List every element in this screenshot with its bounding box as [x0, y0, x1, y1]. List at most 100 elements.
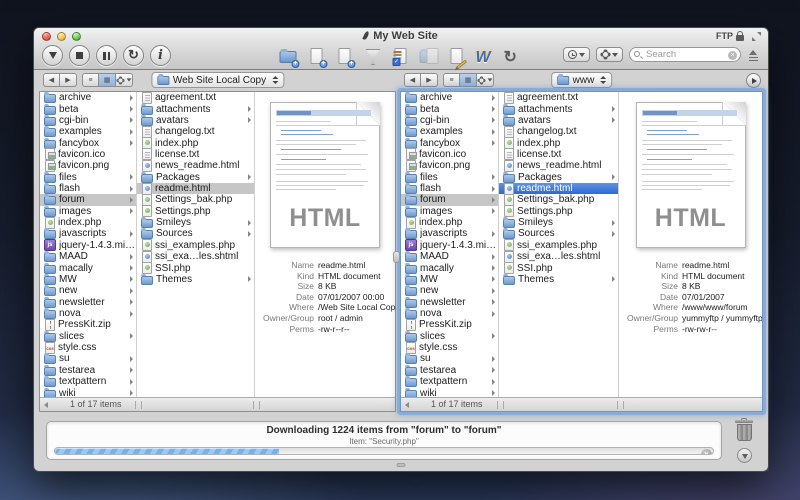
folder-row[interactable]: su — [401, 353, 498, 364]
fullscreen-icon[interactable] — [752, 32, 761, 41]
filter-button[interactable] — [364, 48, 383, 67]
settings-dropdown-button[interactable] — [596, 47, 623, 62]
file-row[interactable]: Smileys — [499, 217, 618, 228]
file-row[interactable]: Themes — [499, 274, 618, 285]
file-row[interactable]: SSI.php — [499, 262, 618, 273]
cancel-transfer-button[interactable]: × — [701, 449, 712, 456]
file-row[interactable]: Sources — [499, 228, 618, 239]
scroll-back-icon[interactable] — [405, 402, 409, 408]
eject-icon[interactable] — [747, 49, 760, 62]
folder-row[interactable]: su — [40, 353, 136, 364]
folder-row[interactable]: wiki — [401, 387, 498, 397]
back-button[interactable]: ◀ — [43, 73, 60, 87]
file-row[interactable]: attachments — [499, 103, 618, 114]
file-row[interactable]: Settings_bak.php — [499, 194, 618, 205]
folder-row[interactable]: images — [401, 206, 498, 217]
file-row[interactable]: attachments — [137, 103, 254, 114]
folder-row[interactable]: files — [401, 172, 498, 183]
file-row[interactable]: license.txt — [499, 149, 618, 160]
sync-button[interactable]: ↻ — [504, 48, 523, 67]
folder-row[interactable]: favicon.ico — [40, 149, 136, 160]
column-resize-handle[interactable] — [135, 401, 142, 409]
pause-button[interactable] — [96, 45, 117, 66]
view-options-button[interactable] — [477, 73, 494, 87]
folder-row[interactable]: macally — [401, 262, 498, 273]
folder-row[interactable]: slices — [401, 331, 498, 342]
file-row[interactable]: news_readme.html — [137, 160, 254, 171]
column-resize-handle[interactable] — [497, 401, 504, 409]
folder-row[interactable]: newsletter — [401, 296, 498, 307]
file-row[interactable]: agreement.txt — [137, 92, 254, 103]
edit-button[interactable] — [448, 48, 467, 67]
folder-row[interactable]: style.css — [401, 342, 498, 353]
folder-row[interactable]: fancybox — [40, 137, 136, 148]
file-row[interactable]: Sources — [137, 228, 254, 239]
file-row[interactable]: agreement.txt — [499, 92, 618, 103]
file-row[interactable]: changelog.txt — [499, 126, 618, 137]
folder-row[interactable]: style.css — [40, 342, 136, 353]
back-button[interactable]: ◀ — [404, 73, 421, 87]
folder-row[interactable]: flash — [401, 183, 498, 194]
folder-row[interactable]: MAAD — [401, 251, 498, 262]
trash-icon[interactable] — [734, 418, 754, 442]
folder-row[interactable]: wiki — [40, 387, 136, 397]
folder-row[interactable]: files — [40, 172, 136, 183]
info-button[interactable]: i — [150, 45, 171, 66]
queue-button[interactable] — [420, 48, 439, 67]
folder-row[interactable]: slices — [40, 331, 136, 342]
folder-row[interactable]: MW — [40, 274, 136, 285]
folder-row[interactable]: MAAD — [40, 251, 136, 262]
file-row[interactable]: Packages — [137, 172, 254, 183]
remote-path-dropdown[interactable]: www — [551, 72, 613, 88]
folder-row[interactable]: forum — [401, 194, 498, 205]
folder-row[interactable]: favicon.png — [40, 160, 136, 171]
folder-row[interactable]: macally — [40, 262, 136, 273]
folder-row[interactable]: archive — [40, 92, 136, 103]
search-field[interactable]: × — [629, 47, 741, 62]
view-options-button[interactable] — [116, 73, 133, 87]
file-row[interactable]: license.txt — [137, 149, 254, 160]
file-row[interactable]: changelog.txt — [137, 126, 254, 137]
file-row[interactable]: readme.html — [137, 183, 254, 194]
file-row[interactable]: Themes — [137, 274, 254, 285]
file-row[interactable]: index.php — [499, 137, 618, 148]
file-row[interactable]: Settings.php — [499, 206, 618, 217]
search-input[interactable] — [646, 49, 726, 60]
folder-row[interactable]: index.php — [401, 217, 498, 228]
history-dropdown-button[interactable] — [563, 47, 590, 62]
file-row[interactable]: avatars — [499, 115, 618, 126]
folder-row[interactable]: new — [40, 285, 136, 296]
folder-row[interactable]: fancybox — [401, 137, 498, 148]
file-row[interactable]: SSI.php — [137, 262, 254, 273]
window-resize-handle[interactable] — [397, 463, 406, 467]
file-row[interactable]: ssi_examples.php — [499, 240, 618, 251]
column-view-button[interactable]: ▦ — [99, 73, 116, 87]
reveal-transfers-button[interactable] — [737, 448, 752, 463]
clear-search-icon[interactable]: × — [728, 51, 737, 60]
list-view-button[interactable]: ≡ — [82, 73, 99, 87]
column-resize-handle[interactable] — [617, 401, 624, 409]
column-view-button[interactable]: ▦ — [460, 73, 477, 87]
folder-row[interactable]: forum — [40, 194, 136, 205]
folder-row[interactable]: MW — [401, 274, 498, 285]
folder-row[interactable]: jquery-1.4.3.min.js — [40, 240, 136, 251]
file-row[interactable]: Settings.php — [137, 206, 254, 217]
refresh-button[interactable]: ↻ — [123, 45, 144, 66]
folder-row[interactable]: beta — [40, 103, 136, 114]
titlebar[interactable]: My Web Site FTP — [34, 28, 768, 45]
list-view-button[interactable]: ≡ — [443, 73, 460, 87]
file-row[interactable]: ssi_examples.php — [137, 240, 254, 251]
folder-row[interactable]: images — [40, 206, 136, 217]
folder-row[interactable]: newsletter — [40, 296, 136, 307]
folder-row[interactable]: testarea — [40, 365, 136, 376]
file-row[interactable]: Packages — [499, 172, 618, 183]
file-row[interactable]: ssi_exa…les.shtml — [137, 251, 254, 262]
folder-row[interactable]: cgi-bin — [40, 115, 136, 126]
pane-resize-handle[interactable] — [393, 251, 400, 263]
folder-row[interactable]: beta — [401, 103, 498, 114]
folder-row[interactable]: textpattern — [401, 376, 498, 387]
file-row[interactable]: Settings_bak.php — [137, 194, 254, 205]
stop-button[interactable] — [69, 45, 90, 66]
scroll-back-icon[interactable] — [44, 402, 48, 408]
duplicate-file-button[interactable]: + — [336, 48, 355, 67]
